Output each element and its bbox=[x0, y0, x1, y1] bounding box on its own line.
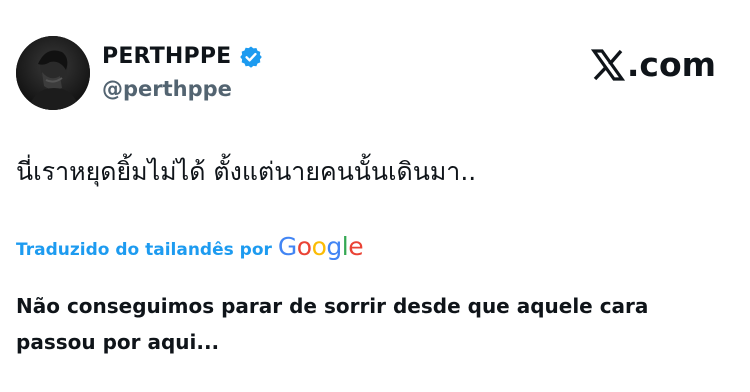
translation-label[interactable]: Traduzido do tailandês por bbox=[16, 235, 272, 265]
translated-text: Não conseguimos parar de sorrir desde qu… bbox=[16, 294, 649, 354]
tweet-text: นี่เราหยุดยิ้มไม่ได้ ตั้งแต่นายคนนั้นเดิ… bbox=[16, 157, 477, 186]
brand-text: .com bbox=[626, 45, 716, 84]
avatar[interactable] bbox=[16, 36, 90, 110]
display-name[interactable]: PERTHPPE bbox=[102, 44, 231, 70]
author-name-row: PERTHPPE bbox=[102, 44, 263, 70]
author-handle[interactable]: @perthppe bbox=[102, 76, 232, 102]
google-logo: Google bbox=[277, 232, 364, 261]
verified-badge-icon bbox=[239, 45, 263, 69]
brand: .com bbox=[590, 45, 716, 84]
x-logo-icon bbox=[590, 48, 625, 82]
translation-attribution[interactable]: Traduzido do tailandês por Google bbox=[16, 232, 364, 265]
avatar-photo bbox=[16, 36, 90, 110]
